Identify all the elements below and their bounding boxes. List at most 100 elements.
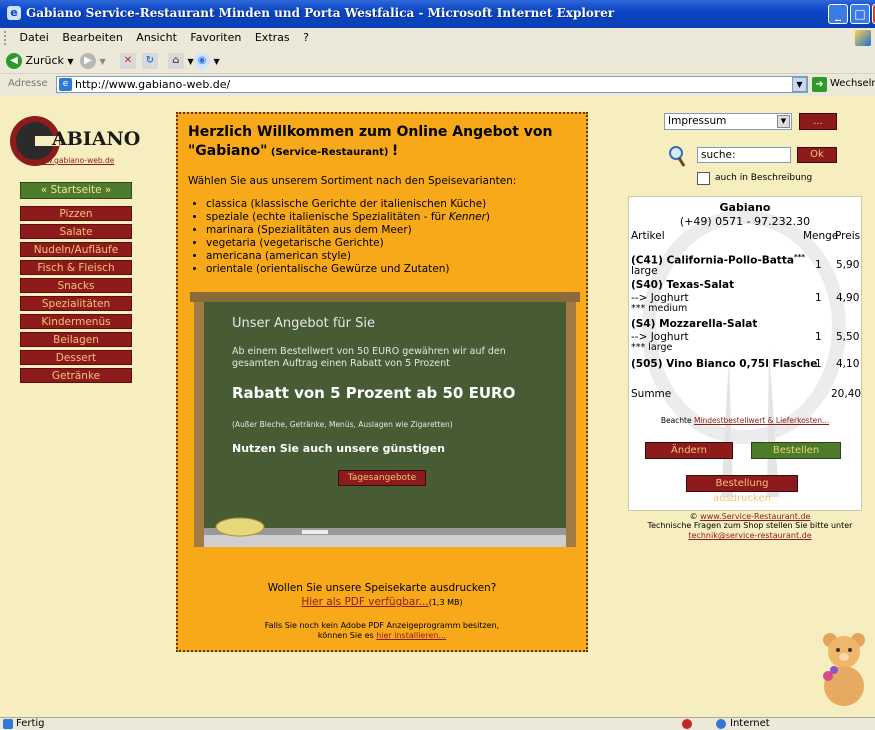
heading-restaurant-sub: (Service-Restaurant) (270, 147, 389, 158)
back-button[interactable]: ◀ Zurück ▼ (6, 51, 74, 70)
maximize-button[interactable]: □ (850, 4, 870, 24)
basket-item-option: *** large (631, 342, 673, 353)
board-exclusions: (Außer Bleche, Getränke, Menüs, Auslagen… (232, 420, 453, 429)
adobe-line-2-text: können Sie es (317, 631, 377, 640)
basket-item-option: large (631, 265, 658, 277)
basket-restaurant-name: Gabiano (719, 201, 771, 214)
status-bar: Fertig Internet (0, 717, 875, 730)
web-page: ABIANO www.gabiano-web.de « Startseite »… (0, 96, 875, 717)
nav-spezialitaeten[interactable]: Spezialitäten (20, 296, 132, 311)
menu-grip (4, 31, 9, 45)
nav-salate[interactable]: Salate (20, 224, 132, 239)
stop-button[interactable]: ✕ (120, 51, 136, 70)
variant-text: speziale (echte italienische Spezialität… (206, 211, 449, 223)
window-titlebar[interactable]: e Gabiano Service-Restaurant Minden und … (0, 0, 875, 28)
list-item: orientale (orientalische Gewürze und Zut… (206, 263, 490, 276)
home-icon: ⌂ (168, 53, 184, 69)
copyright-line: © www.Service-Restaurant.de (628, 512, 872, 521)
col-qty: Menge (803, 230, 839, 242)
nav-dessert[interactable]: Dessert (20, 350, 132, 365)
nav-getraenke[interactable]: Getränke (20, 368, 132, 383)
address-input[interactable]: e http://www.gabiano-web.de/ (56, 76, 808, 93)
logo-name: ABIANO (52, 128, 141, 150)
refresh-button[interactable]: ↻ (142, 51, 158, 70)
menu-help[interactable]: ? (298, 28, 314, 44)
nav-snacks[interactable]: Snacks (20, 278, 132, 293)
list-item: americana (american style) (206, 250, 490, 263)
nav-fisch-fleisch[interactable]: Fisch & Fleisch (20, 260, 132, 275)
status-text: Fertig (16, 718, 45, 729)
minimize-button[interactable]: _ (828, 4, 848, 24)
forward-button[interactable]: ▶ ▼ (80, 51, 106, 70)
menu-bearbeiten[interactable]: Bearbeiten (57, 28, 127, 44)
chevron-down-icon: ▼ (187, 57, 194, 66)
pdf-link[interactable]: Hier als PDF verfügbar... (301, 596, 428, 608)
nav-startseite[interactable]: « Startseite » (20, 182, 132, 199)
go-label[interactable]: Wechseln zu (830, 78, 875, 89)
nav-kindermenues[interactable]: Kindermenüs (20, 314, 132, 329)
note-text: Beachte (660, 416, 694, 425)
heading-exclamation: ! (391, 143, 399, 159)
refresh-icon: ↻ (142, 53, 158, 69)
chevron-down-icon[interactable]: ▼ (777, 115, 790, 128)
gabiano-logo[interactable]: ABIANO www.gabiano-web.de (8, 114, 148, 174)
toolbar: ◀ Zurück ▼ ▶ ▼ ✕ ↻ ⌂ ▼ ◉ ▼ (0, 48, 875, 74)
submit-order-button[interactable]: Bestellen (751, 442, 841, 459)
select-go-button[interactable]: ... (799, 113, 837, 130)
intro-text: Wählen Sie aus unserem Sortiment nach de… (188, 175, 517, 187)
pdf-line: Hier als PDF verfügbar...(1,3 MB) (178, 596, 586, 608)
nav-pizzen[interactable]: Pizzen (20, 206, 132, 221)
basket-phone: (+49) 0571 - 97.232.30 (679, 215, 811, 228)
checkbox-label: auch in Beschreibung (715, 173, 813, 183)
sum-value: 20,40 (831, 388, 862, 400)
item-stars: *** (793, 253, 805, 261)
board-rabatt: Rabatt von 5 Prozent ab 50 EURO (232, 384, 516, 402)
basket-item-price: 4,90 (836, 292, 860, 304)
impressum-select[interactable]: Impressum ▼ (664, 113, 792, 130)
delivery-costs-link[interactable]: Mindestbestellwert & Lieferkosten... (694, 416, 829, 425)
menu-datei[interactable]: Datei (15, 28, 54, 44)
home-button[interactable]: ⌂ ▼ (168, 51, 194, 70)
offer-chalkboard: Unser Angebot für Sie Ab einem Bestellwe… (190, 292, 580, 547)
address-dropdown-icon[interactable]: ▼ (792, 77, 807, 92)
page-done-icon (3, 719, 13, 729)
menu-extras[interactable]: Extras (250, 28, 295, 44)
col-article: Artikel (631, 230, 665, 242)
adobe-install-link[interactable]: hier installieren... (376, 631, 446, 640)
tech-questions-text: Technische Fragen zum Shop stellen Sie b… (647, 521, 853, 530)
menu-ansicht[interactable]: Ansicht (131, 28, 182, 44)
tagesangebote-button[interactable]: Tagesangebote (338, 470, 426, 486)
print-order-button[interactable]: Bestellung ausdrucken (686, 475, 798, 504)
page-icon: e (59, 78, 72, 91)
search-ok-button[interactable]: Ok (797, 147, 837, 163)
basket-item-qty: 1 (815, 358, 822, 370)
chevron-down-icon: ▼ (99, 57, 106, 66)
menu-favoriten[interactable]: Favoriten (185, 28, 246, 44)
basket-note: Beachte Mindestbestellwert & Lieferkoste… (629, 416, 861, 425)
list-item: speziale (echte italienische Spezialität… (206, 211, 490, 224)
go-arrow-icon[interactable]: ➜ (812, 77, 827, 92)
back-arrow-icon: ◀ (6, 53, 22, 69)
address-bar: Adresse e http://www.gabiano-web.de/ ▼ ➜… (0, 74, 875, 97)
change-order-button[interactable]: Ändern (645, 442, 733, 459)
nav-nudeln[interactable]: Nudeln/Aufläufe (20, 242, 132, 257)
col-price: Preis (835, 230, 861, 242)
search-input[interactable]: suche: (697, 147, 791, 163)
nav-beilagen[interactable]: Beilagen (20, 332, 132, 347)
select-value: Impressum (668, 115, 727, 127)
service-restaurant-link[interactable]: www.Service-Restaurant.de (700, 512, 810, 521)
heading-restaurant-name: "Gabiano" (188, 143, 268, 159)
description-checkbox[interactable] (697, 172, 710, 185)
basket-item-price: 5,90 (836, 259, 860, 271)
privacy-icon (682, 719, 692, 729)
logo-url[interactable]: www.gabiano-web.de (34, 156, 114, 165)
window-title: Gabiano Service-Restaurant Minden und Po… (26, 6, 615, 20)
media-button[interactable]: ◉ ▼ (194, 51, 220, 70)
tech-email-link[interactable]: technik@service-restaurant.de (628, 531, 872, 540)
ie-icon: e (7, 6, 21, 20)
teddy-bear-icon (823, 633, 865, 706)
address-url: http://www.gabiano-web.de/ (75, 78, 231, 91)
adobe-line-2: können Sie es hier installieren... (178, 631, 586, 640)
list-item: marinara (Spezialitäten aus dem Meer) (206, 224, 490, 237)
media-icon: ◉ (194, 53, 210, 69)
